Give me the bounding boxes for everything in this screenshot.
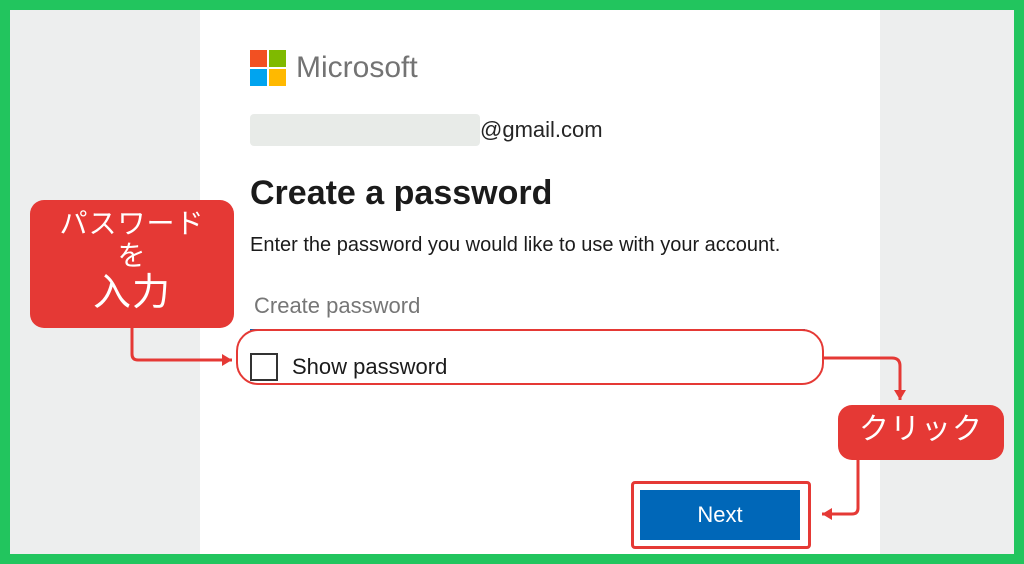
password-input[interactable] xyxy=(250,287,805,331)
signin-dialog: Microsoft @gmail.com Create a password E… xyxy=(200,10,880,554)
annotation-password-line1: パスワードを xyxy=(59,208,204,271)
microsoft-logo-text: Microsoft xyxy=(296,51,418,85)
next-button[interactable]: Next xyxy=(640,490,800,540)
show-password-row: Show password xyxy=(250,353,840,381)
annotation-click-text: クリック xyxy=(859,413,983,446)
microsoft-logo-icon xyxy=(250,50,286,86)
page-background: Microsoft @gmail.com Create a password E… xyxy=(10,10,1014,554)
annotation-password-callout: パスワードを 入力 xyxy=(30,200,234,328)
annotation-click-callout: クリック xyxy=(838,405,1004,460)
email-domain: @gmail.com xyxy=(480,117,603,143)
show-password-checkbox[interactable] xyxy=(250,353,278,381)
password-input-container xyxy=(250,287,840,331)
instruction-text: Enter the password you would like to use… xyxy=(250,231,790,259)
account-email: @gmail.com xyxy=(250,114,840,146)
show-password-label: Show password xyxy=(292,354,447,380)
email-redacted xyxy=(250,114,480,146)
annotation-password-line2: 入力 xyxy=(48,272,216,316)
microsoft-logo: Microsoft xyxy=(250,50,840,86)
page-title: Create a password xyxy=(250,174,840,213)
